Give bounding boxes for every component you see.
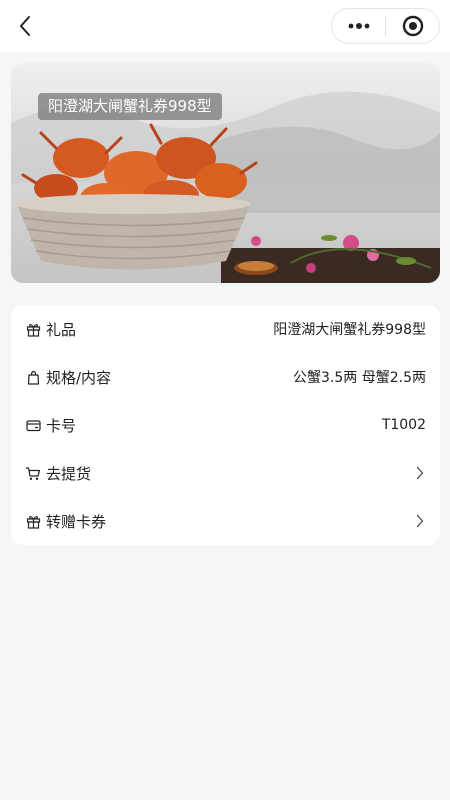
gift-row: 礼品 阳澄湖大闸蟹礼券998型: [11, 305, 440, 353]
spec-value: 公蟹3.5两 母蟹2.5两: [293, 370, 426, 386]
cart-icon: [25, 465, 41, 481]
transfer-label: 转赠卡券: [46, 512, 107, 531]
card-number-row: 卡号 T1002: [11, 401, 440, 449]
gift-icon: [25, 513, 41, 529]
spec-row: 规格/内容 公蟹3.5两 母蟹2.5两: [11, 353, 440, 401]
pickup-label: 去提货: [46, 464, 92, 483]
target-circle-icon: [402, 15, 423, 37]
top-bar: [0, 0, 450, 52]
gift-icon: [25, 321, 41, 337]
card-number-label: 卡号: [46, 416, 77, 435]
more-dots-icon: [348, 23, 369, 29]
gift-label: 礼品: [46, 320, 77, 339]
pickup-row[interactable]: 去提货: [11, 449, 440, 497]
transfer-row[interactable]: 转赠卡券: [11, 497, 440, 545]
mini-program-capsule: [331, 8, 440, 44]
gift-value: 阳澄湖大闸蟹礼券998型: [273, 322, 426, 338]
banner-title: 阳澄湖大闸蟹礼券998型: [38, 93, 222, 120]
card-number-value: T1002: [381, 417, 426, 433]
card-icon: [25, 417, 41, 433]
more-button[interactable]: [332, 9, 385, 43]
close-button[interactable]: [386, 9, 439, 43]
chevron-right-icon: [414, 465, 426, 481]
detail-card: 礼品 阳澄湖大闸蟹礼券998型 规格/内容 公蟹3.5两 母蟹2.5两 卡号 T…: [11, 305, 440, 545]
spec-label: 规格/内容: [46, 368, 112, 387]
product-banner: 阳澄湖大闸蟹礼券998型: [11, 63, 440, 283]
back-arrow-icon: [20, 16, 30, 36]
chevron-right-icon: [414, 513, 426, 529]
back-button[interactable]: [12, 12, 38, 40]
bag-icon: [25, 369, 41, 385]
